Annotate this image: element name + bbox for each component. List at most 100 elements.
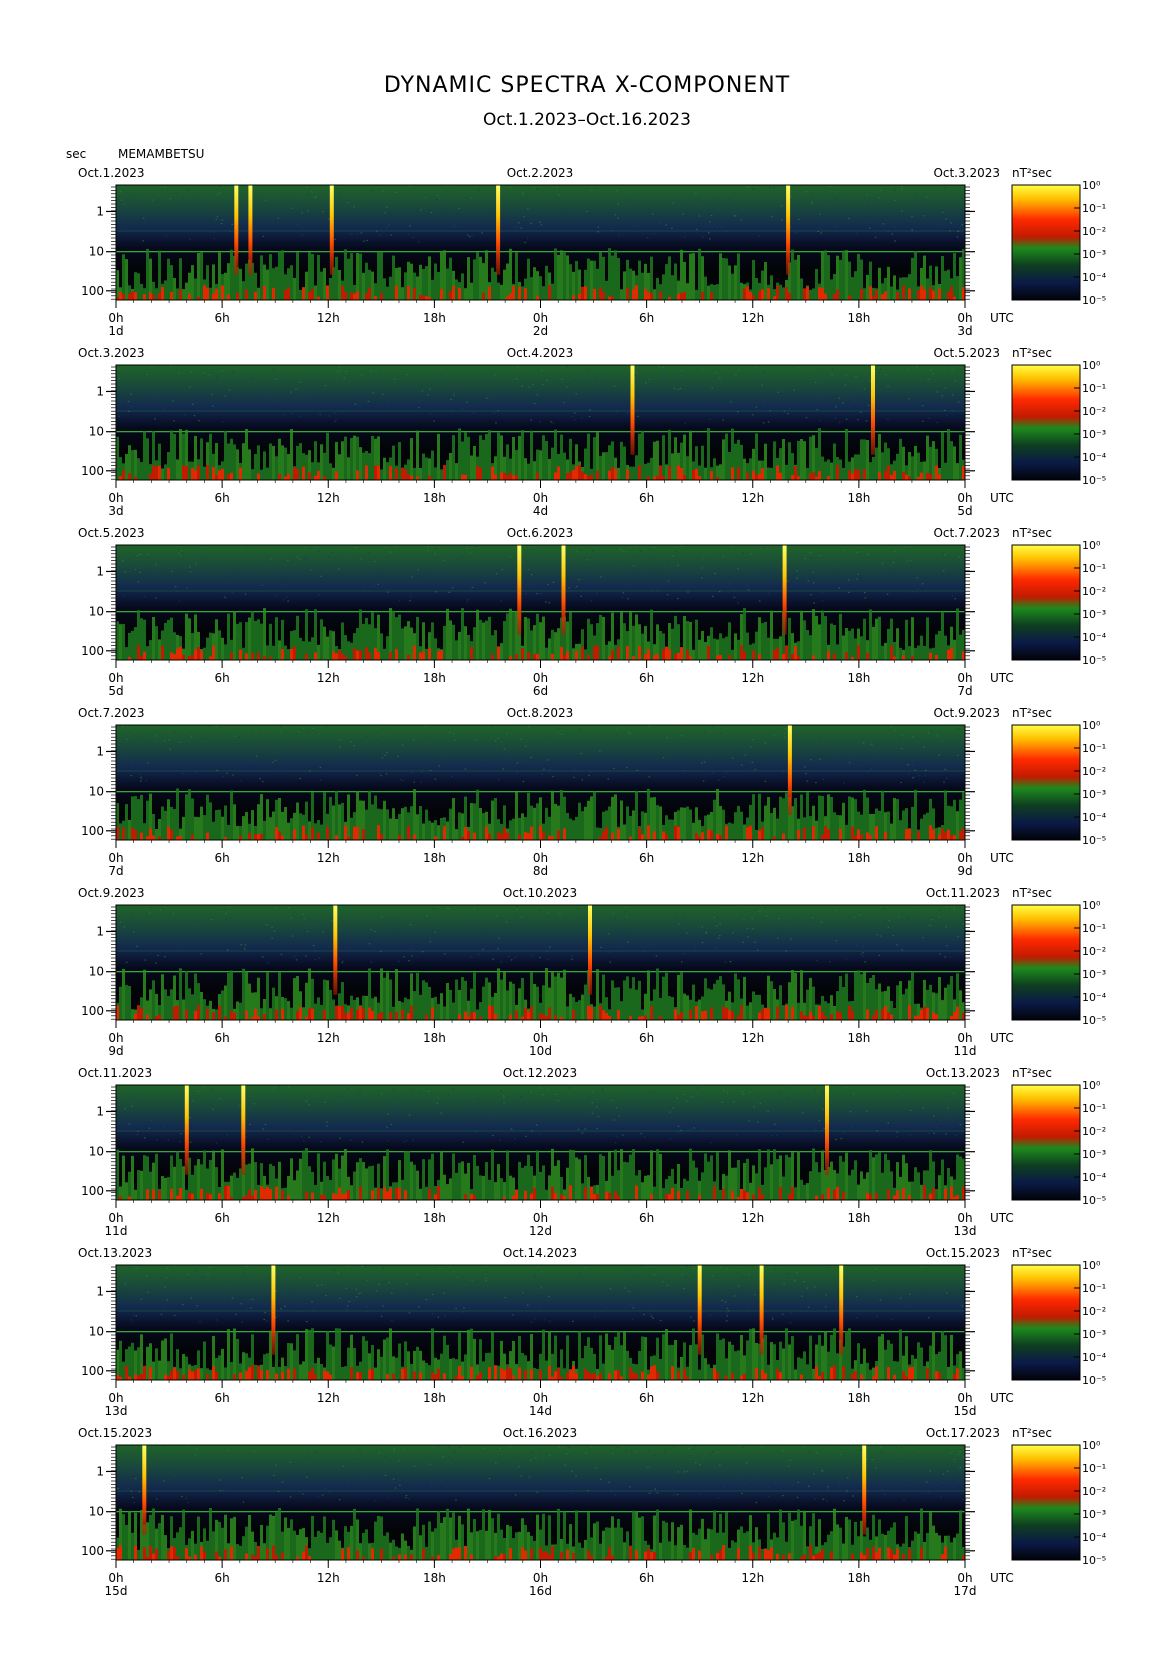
colorbar-tick-label: 10⁰ <box>1082 539 1101 552</box>
colorbar-tick-label: 10⁻⁵ <box>1082 1194 1106 1207</box>
panel-date-mid: Oct.12.2023 <box>503 1066 577 1080</box>
colorbar-unit-label: nT²sec <box>1012 1066 1052 1080</box>
panel-date-mid: Oct.2.2023 <box>507 166 574 180</box>
colorbar-tick-label: 10⁻³ <box>1082 1328 1106 1341</box>
panel-date-left: Oct.15.2023 <box>78 1426 152 1440</box>
panel-date-right: Oct.15.2023 <box>926 1246 1000 1260</box>
colorbar-tick-label: 10⁻⁵ <box>1082 834 1106 847</box>
day-label: 7d <box>957 684 972 698</box>
x-tick-label: 12h <box>741 1211 764 1225</box>
spectra-panel-2: Oct.3.2023 Oct.4.2023 Oct.5.2023 nT²sec 1 10 1… <box>78 346 1107 518</box>
pulsation-event <box>184 1085 189 1175</box>
colorbar-tick-label: 10⁻¹ <box>1082 202 1106 215</box>
colorbar-unit-label: nT²sec <box>1012 526 1052 540</box>
y-tick-label: 10 <box>89 1325 104 1339</box>
x-tick-label: 6h <box>215 311 230 325</box>
y-tick-label: 10 <box>89 1505 104 1519</box>
x-tick-label: 6h <box>215 671 230 685</box>
day-label: 15d <box>954 1404 977 1418</box>
colorbar-tick-label: 10⁻³ <box>1082 1148 1106 1161</box>
panel-date-left: Oct.11.2023 <box>78 1066 152 1080</box>
colorbar-tick-label: 10⁻¹ <box>1082 1282 1106 1295</box>
colorbar-tick-label: 10⁻¹ <box>1082 562 1106 575</box>
y-tick-label: 100 <box>81 1544 104 1558</box>
colorbar-tick-label: 10⁻⁵ <box>1082 474 1106 487</box>
spectra-panel-3: Oct.5.2023 Oct.6.2023 Oct.7.2023 nT²sec 1 10 1… <box>78 526 1107 698</box>
x-tick-label: 0h <box>108 671 123 685</box>
day-label: 9d <box>108 1044 123 1058</box>
x-tick-label: 12h <box>741 1391 764 1405</box>
colorbar <box>1011 364 1081 481</box>
x-tick-label: 18h <box>423 851 446 865</box>
utc-label: UTC <box>990 851 1014 865</box>
x-tick-label: 18h <box>847 1211 870 1225</box>
x-tick-label: 6h <box>215 1571 230 1585</box>
y-tick-label: 100 <box>81 1364 104 1378</box>
x-tick-label: 6h <box>215 1211 230 1225</box>
x-tick-label: 0h <box>957 311 972 325</box>
colorbar-unit-label: nT²sec <box>1012 346 1052 360</box>
colorbar-tick-label: 10⁻² <box>1082 225 1106 238</box>
day-label: 3d <box>957 324 972 338</box>
dynamic-spectra-figure: DYNAMIC SPECTRA X-COMPONENT Oct.1.2023–O… <box>66 73 1107 1598</box>
colorbar-tick-label: 10⁻³ <box>1082 428 1106 441</box>
x-tick-label: 12h <box>317 671 340 685</box>
panel-date-right: Oct.11.2023 <box>926 886 1000 900</box>
pulsation-event <box>759 1265 764 1355</box>
colorbar-tick-label: 10⁻¹ <box>1082 922 1106 935</box>
x-tick-label: 12h <box>741 1031 764 1045</box>
spectra-panel-6: Oct.11.2023 Oct.12.2023 Oct.13.2023 nT²sec 1… <box>78 1066 1107 1238</box>
x-tick-label: 12h <box>741 491 764 505</box>
colorbar-unit-label: nT²sec <box>1012 166 1052 180</box>
y-unit-label: sec <box>66 147 86 161</box>
panel-date-right: Oct.7.2023 <box>933 526 1000 540</box>
colorbar-tick-label: 10⁰ <box>1082 1079 1101 1092</box>
x-tick-label: 0h <box>957 671 972 685</box>
panel-date-left: Oct.1.2023 <box>78 166 145 180</box>
pulsation-event <box>561 545 566 635</box>
day-label: 7d <box>108 864 123 878</box>
panel-date-mid: Oct.6.2023 <box>507 526 574 540</box>
day-label: 11d <box>105 1224 128 1238</box>
colorbar-tick-label: 10⁻⁵ <box>1082 294 1106 307</box>
pulsation-event <box>517 545 522 635</box>
colorbar-tick-label: 10⁻³ <box>1082 608 1106 621</box>
panel-date-left: Oct.13.2023 <box>78 1246 152 1260</box>
day-label: 3d <box>108 504 123 518</box>
colorbar <box>1011 1444 1081 1561</box>
colorbar <box>1011 544 1081 661</box>
colorbar-tick-label: 10⁰ <box>1082 1259 1101 1272</box>
x-tick-label: 6h <box>639 671 654 685</box>
day-label: 15d <box>105 1584 128 1598</box>
colorbar-tick-label: 10⁻⁴ <box>1082 1171 1107 1184</box>
utc-label: UTC <box>990 671 1014 685</box>
colorbar <box>1011 904 1081 1021</box>
y-tick-label: 10 <box>89 425 104 439</box>
x-tick-label: 18h <box>423 491 446 505</box>
colorbar <box>1011 1084 1081 1201</box>
pulsation-event <box>241 1085 246 1175</box>
spectra-panel-1: Oct.1.2023 Oct.2.2023 Oct.3.2023 nT²sec 1 10 1… <box>78 166 1107 338</box>
colorbar-tick-label: 10⁻⁵ <box>1082 1554 1106 1567</box>
x-tick-label: 12h <box>317 1211 340 1225</box>
colorbar-unit-label: nT²sec <box>1012 1426 1052 1440</box>
pulsation-event <box>329 185 334 275</box>
pulsation-event <box>825 1085 829 1175</box>
x-tick-label: 18h <box>423 1571 446 1585</box>
x-tick-label: 6h <box>215 491 230 505</box>
x-tick-label: 12h <box>317 311 340 325</box>
pulsation-event <box>871 365 875 455</box>
day-label: 2d <box>533 324 548 338</box>
x-tick-label: 0h <box>108 491 123 505</box>
y-tick-label: 10 <box>89 1145 104 1159</box>
colorbar-unit-label: nT²sec <box>1012 706 1052 720</box>
x-tick-label: 0h <box>533 311 548 325</box>
day-label: 11d <box>954 1044 977 1058</box>
x-tick-label: 12h <box>741 671 764 685</box>
panel-date-left: Oct.5.2023 <box>78 526 145 540</box>
x-axis-ticks: 0h 6h 12h 18h 0h 6h 12h 18h 0h <box>108 1380 973 1405</box>
x-tick-label: 12h <box>317 1031 340 1045</box>
colorbar-tick-label: 10⁻² <box>1082 585 1106 598</box>
x-tick-label: 0h <box>957 1211 972 1225</box>
panel-date-right: Oct.5.2023 <box>933 346 1000 360</box>
